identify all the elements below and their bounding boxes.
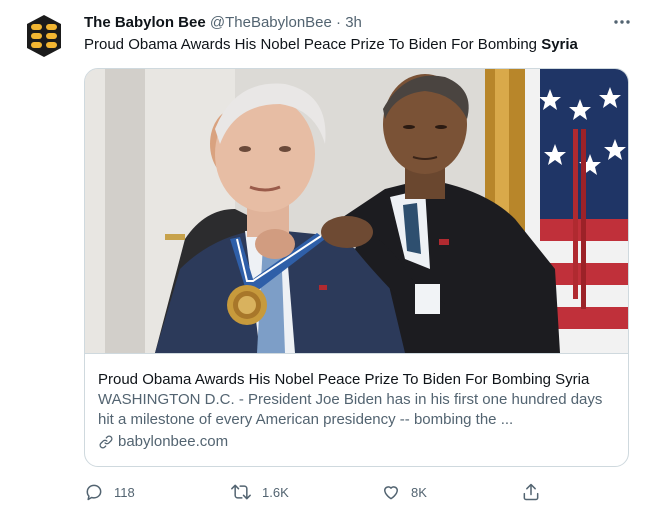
author-handle[interactable]: @TheBabylonBee — [210, 14, 332, 31]
tweet-header: The Babylon Bee @TheBabylonBee · 3h — [84, 13, 596, 33]
tweet-timestamp[interactable]: 3h — [345, 14, 362, 31]
retweet-count: 1.6K — [262, 484, 289, 500]
action-bar: 118 1.6K 8K — [84, 480, 554, 504]
card-body[interactable]: Proud Obama Awards His Nobel Peace Prize… — [85, 353, 628, 466]
card-domain-text: babylonbee.com — [118, 433, 229, 450]
like-button[interactable]: 8K — [381, 480, 427, 504]
author-name[interactable]: The Babylon Bee — [84, 14, 206, 31]
tweet-text-bold: Syria — [541, 36, 578, 53]
reply-button[interactable]: 118 — [84, 480, 135, 504]
reply-icon — [86, 484, 102, 501]
link-icon — [99, 435, 113, 449]
heart-icon — [384, 486, 398, 500]
reply-count: 118 — [114, 484, 135, 500]
retweet-button[interactable]: 1.6K — [230, 480, 289, 504]
separator-dot: · — [336, 14, 342, 31]
share-icon — [523, 483, 539, 501]
share-button[interactable] — [521, 480, 541, 504]
tweet-text: Proud Obama Awards His Nobel Peace Prize… — [84, 35, 578, 55]
more-options-button[interactable] — [610, 12, 634, 32]
card-domain: babylonbee.com — [98, 432, 614, 452]
tweet-text-main: Proud Obama Awards His Nobel Peace Prize… — [84, 36, 542, 53]
retweet-icon — [231, 484, 251, 500]
tweet[interactable]: The Babylon Bee @TheBabylonBee · 3h Prou… — [0, 0, 656, 512]
avatar[interactable] — [19, 11, 69, 61]
more-icon — [614, 20, 630, 24]
card-image[interactable] — [85, 69, 628, 353]
link-card[interactable]: Proud Obama Awards His Nobel Peace Prize… — [84, 68, 629, 467]
babylon-bee-logo — [19, 11, 69, 61]
card-description: WASHINGTON D.C. - President Joe Biden ha… — [98, 391, 603, 428]
card-title: Proud Obama Awards His Nobel Peace Prize… — [98, 371, 590, 388]
like-count: 8K — [411, 484, 427, 500]
